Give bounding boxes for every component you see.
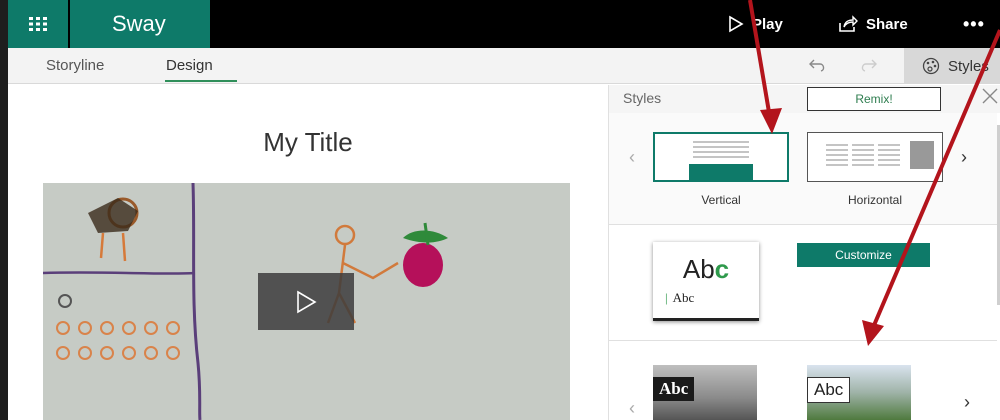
styles-pane-title: Styles — [623, 90, 662, 106]
active-tab-indicator — [165, 80, 237, 82]
style-variant-label: Abc — [807, 377, 851, 403]
styles-pane-header: Styles Remix! — [609, 85, 1000, 113]
share-icon — [839, 15, 858, 32]
remix-button[interactable]: Remix! — [807, 87, 941, 111]
play-label: Play — [752, 15, 783, 33]
styles-tab-button[interactable]: Styles — [904, 48, 1000, 84]
style-variant-dark[interactable]: Abc — [653, 365, 757, 420]
chevron-left-icon[interactable]: ‹ — [629, 398, 635, 419]
layout-vertical-label: Vertical — [701, 193, 741, 207]
layout-horizontal-label: Horizontal — [847, 193, 903, 207]
theme-card-body: | Abc — [665, 290, 695, 305]
layout-options: ‹ Vertical Horizontal › — [609, 113, 997, 225]
theme-card-rule — [653, 318, 759, 321]
share-label: Share — [866, 15, 908, 33]
close-icon[interactable] — [981, 87, 999, 111]
video-thumbnail[interactable] — [43, 183, 570, 420]
sway-window: Sway Play Share ••• Storyline Design Sty… — [0, 0, 1000, 420]
undo-icon[interactable] — [808, 56, 828, 79]
page-title[interactable]: My Title — [8, 127, 608, 158]
theme-card-heading: Abc — [682, 254, 730, 284]
style-variants: ‹ Abc Abc › — [609, 342, 997, 420]
play-icon — [297, 290, 317, 313]
chevron-right-icon[interactable]: › — [961, 147, 967, 168]
theme-section: Abc | Abc Customize — [609, 225, 997, 341]
chevron-right-icon[interactable]: › — [964, 392, 970, 413]
play-button[interactable]: Play — [728, 0, 783, 48]
play-video-button[interactable] — [258, 273, 354, 330]
style-variant-landscape[interactable]: Abc — [807, 365, 911, 420]
chevron-left-icon[interactable]: ‹ — [629, 147, 635, 168]
redo-icon[interactable] — [858, 56, 878, 79]
palette-icon — [922, 57, 940, 75]
waffle-icon[interactable] — [8, 0, 68, 48]
layout-vertical-thumbnail[interactable] — [653, 132, 789, 182]
app-name[interactable]: Sway — [70, 0, 210, 48]
top-bar: Sway Play Share ••• — [8, 0, 1000, 48]
more-options-button[interactable]: ••• — [963, 0, 985, 48]
styles-pane: Styles Remix! ‹ Vertical Horizontal › Ab… — [608, 85, 1000, 420]
share-button[interactable]: Share — [838, 0, 908, 48]
play-icon — [729, 15, 744, 33]
style-variant-label: Abc — [653, 377, 695, 401]
story-canvas: My Title — [8, 85, 608, 420]
theme-card[interactable]: Abc | Abc — [653, 242, 759, 321]
customize-button[interactable]: Customize — [797, 243, 930, 267]
tab-bar: Storyline Design Styles — [8, 48, 1000, 84]
styles-tab-label: Styles — [948, 57, 989, 75]
layout-horizontal-thumbnail[interactable] — [807, 132, 943, 182]
tab-storyline[interactable]: Storyline — [46, 48, 104, 84]
tab-design[interactable]: Design — [166, 48, 213, 84]
